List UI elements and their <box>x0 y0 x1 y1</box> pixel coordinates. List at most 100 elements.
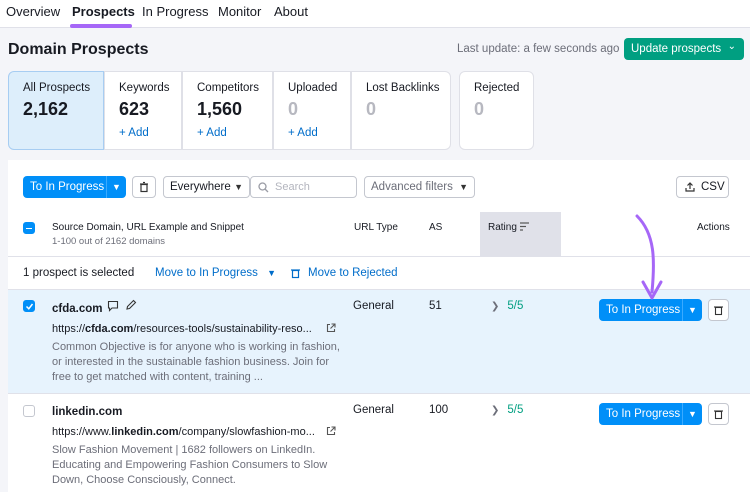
trash-icon <box>714 410 723 420</box>
chevron-down-icon: ▼ <box>234 182 243 192</box>
card-value: 0 <box>288 99 299 119</box>
search-box[interactable] <box>250 176 357 198</box>
card-value: 2,162 <box>23 99 69 119</box>
add-uploaded-link[interactable]: + Add <box>288 127 318 139</box>
url-prefix: https://www. <box>52 426 112 438</box>
trash-icon <box>714 306 723 316</box>
row-action-label: To In Progress <box>606 408 681 420</box>
row-url[interactable]: https://cfda.com/resources-tools/sustain… <box>52 323 312 335</box>
csv-label: CSV <box>701 181 725 193</box>
card-label: Lost Backlinks <box>366 82 440 94</box>
sort-icon[interactable] <box>520 222 530 231</box>
rating-column-highlight <box>480 212 561 257</box>
col-actions: Actions <box>697 222 730 233</box>
add-competitors-link[interactable]: + Add <box>197 127 227 139</box>
chevron-down-icon[interactable]: ▼ <box>682 403 702 425</box>
card-value: 1,560 <box>197 99 243 119</box>
row-url-type: General <box>353 404 394 416</box>
active-tab-indicator <box>70 24 132 28</box>
add-keywords-link[interactable]: + Add <box>119 127 149 139</box>
row-rating-value: 5/5 <box>507 404 524 416</box>
row-delete-button[interactable] <box>708 403 729 425</box>
row-rating[interactable]: ❯ 5/5 <box>491 300 523 312</box>
card-label: All Prospects <box>23 82 91 94</box>
col-rating[interactable]: Rating <box>488 222 517 233</box>
card-label: Keywords <box>119 82 170 94</box>
row-checkbox[interactable] <box>23 405 35 417</box>
chevron-right-icon: ❯ <box>491 301 500 312</box>
card-label: Competitors <box>197 82 259 94</box>
card-keywords[interactable]: Keywords 623 + Add <box>104 71 182 150</box>
row-url-type: General <box>353 300 394 312</box>
tab-in-progress[interactable]: In Progress <box>142 4 208 19</box>
row-delete-button[interactable] <box>708 299 729 321</box>
chevron-down-icon[interactable]: ▼ <box>106 176 126 198</box>
row-domain[interactable]: cfda.com <box>52 303 103 315</box>
to-in-progress-label: To In Progress <box>30 181 105 193</box>
row-url[interactable]: https://www.linkedin.com/company/slowfas… <box>52 426 315 438</box>
tab-monitor[interactable]: Monitor <box>218 4 261 19</box>
row-domain[interactable]: linkedin.com <box>52 406 122 418</box>
check-icon <box>25 303 34 310</box>
export-csv-button[interactable]: CSV <box>676 176 729 198</box>
row-snippet: Common Objective is for anyone who is wo… <box>52 341 340 383</box>
advanced-filters-select[interactable]: Advanced filters ▼ <box>364 176 475 198</box>
top-nav: Overview Prospects In Progress Monitor A… <box>0 0 750 28</box>
move-to-in-progress-label: Move to In Progress <box>155 267 258 279</box>
selection-count: 1 prospect is selected <box>23 267 135 279</box>
card-lost-backlinks[interactable]: Lost Backlinks 0 <box>351 71 451 150</box>
scope-value: Everywhere <box>170 181 231 193</box>
card-label: Rejected <box>474 82 520 94</box>
trash-icon <box>140 181 148 193</box>
table-row: cfda.com https://cfda.com/resources-tool… <box>8 290 750 393</box>
chevron-down-icon[interactable]: ▼ <box>682 299 702 321</box>
search-input[interactable] <box>275 179 350 195</box>
search-icon <box>258 182 269 193</box>
prospects-panel: To In Progress ▼ Everywhere ▼ Advanced f… <box>8 160 750 492</box>
card-uploaded[interactable]: Uploaded 0 + Add <box>273 71 351 150</box>
card-label: Uploaded <box>288 82 338 94</box>
url-prefix: https:// <box>52 323 86 335</box>
delete-button[interactable] <box>132 176 156 198</box>
card-all-prospects[interactable]: All Prospects 2,162 <box>8 71 104 150</box>
row-as: 100 <box>429 404 449 416</box>
advanced-filters-label: Advanced filters <box>371 181 453 193</box>
to-in-progress-button[interactable]: To In Progress ▼ <box>23 176 126 198</box>
edit-icon[interactable] <box>125 299 137 311</box>
external-link-icon[interactable] <box>326 323 336 333</box>
annotation-arrow <box>635 214 663 300</box>
row-to-in-progress-button[interactable]: To In Progress ▼ <box>599 403 702 425</box>
col-url-type[interactable]: URL Type <box>354 222 398 233</box>
move-to-in-progress-button[interactable]: Move to In Progress ▼ <box>155 267 276 279</box>
export-icon <box>685 182 695 192</box>
card-rejected[interactable]: Rejected 0 <box>459 71 534 150</box>
card-value: 0 <box>366 99 377 119</box>
last-update-text: Last update: a few seconds ago <box>457 43 620 55</box>
chevron-down-icon: ▼ <box>267 268 277 278</box>
tab-about[interactable]: About <box>274 4 308 19</box>
chevron-right-icon: ❯ <box>491 405 500 416</box>
trash-icon <box>291 269 300 279</box>
update-prospects-button[interactable]: Update prospects ⌄ <box>624 38 744 60</box>
row-snippet: Slow Fashion Movement | 1682 followers o… <box>52 444 328 486</box>
row-rating-value: 5/5 <box>507 300 524 312</box>
row-checkbox[interactable] <box>23 300 35 312</box>
card-competitors[interactable]: Competitors 1,560 + Add <box>182 71 273 150</box>
url-domain: cfda.com <box>85 323 134 335</box>
chevron-down-icon: ▼ <box>459 182 468 192</box>
row-action-label: To In Progress <box>606 304 681 316</box>
page-title: Domain Prospects <box>8 41 149 58</box>
tab-overview[interactable]: Overview <box>6 4 60 19</box>
comment-icon[interactable] <box>107 300 119 312</box>
url-path: /company/slowfashion-mo... <box>178 426 315 438</box>
url-domain: linkedin.com <box>111 426 179 438</box>
scope-select[interactable]: Everywhere ▼ <box>163 176 250 198</box>
tab-prospects[interactable]: Prospects <box>72 4 135 19</box>
row-rating[interactable]: ❯ 5/5 <box>491 404 523 416</box>
external-link-icon[interactable] <box>326 426 336 436</box>
move-to-rejected-button[interactable]: Move to Rejected <box>308 267 398 279</box>
col-as[interactable]: AS <box>429 222 442 233</box>
col-source-count: 1-100 out of 2162 domains <box>52 236 166 247</box>
card-value: 623 <box>119 99 150 119</box>
select-all-checkbox[interactable] <box>23 222 35 234</box>
